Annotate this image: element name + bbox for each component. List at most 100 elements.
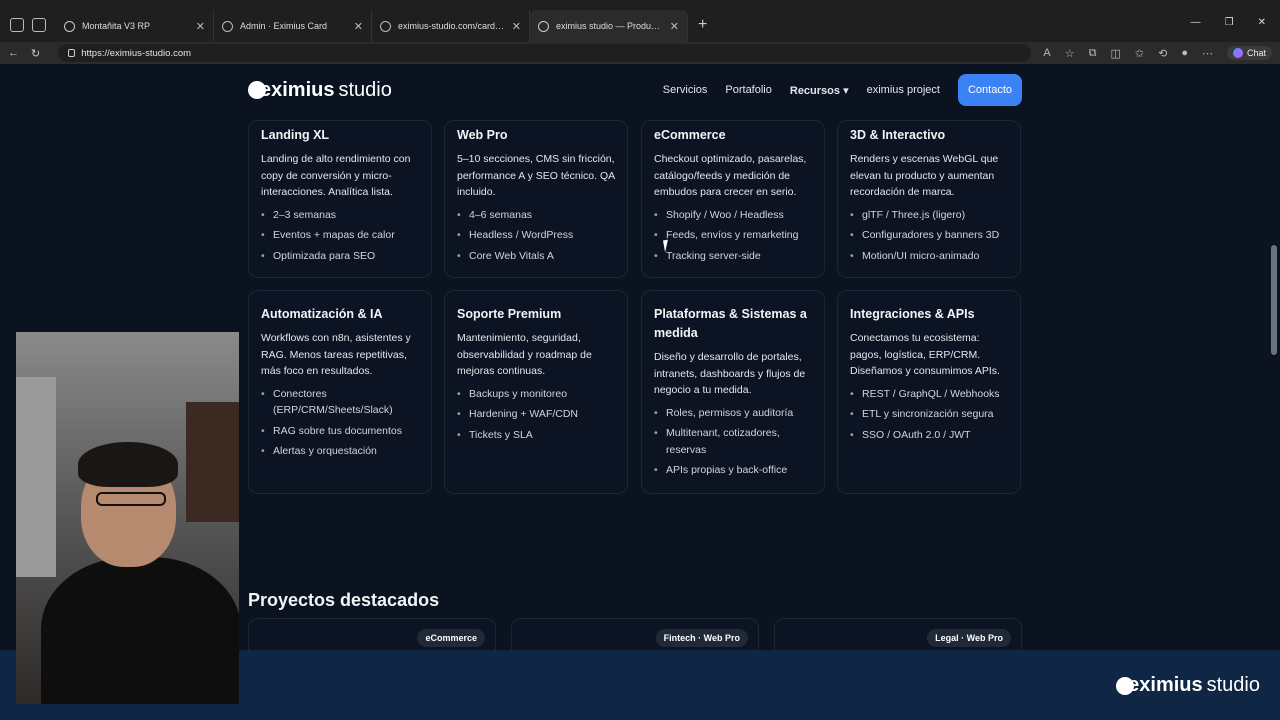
card-feature: Backups y monitoreo [457,386,615,403]
browser-tab-bar: Montañita V3 RP ✕ Admin · Eximius Card ✕ e… [0,0,1280,42]
profile-avatar-icon[interactable]: ● [1181,47,1188,59]
nav-eximius-project[interactable]: eximius project [867,84,940,96]
card-feature: Alertas y orquestación [261,443,419,460]
card-title: Automatización & IA [261,307,383,321]
webcam-person-hair [78,442,178,487]
card-feature: Core Web Vitals A [457,248,615,265]
card-feature: Conectores (ERP/CRM/Sheets/Slack) [261,386,419,419]
chat-label: Chat [1246,48,1266,58]
webcam-person-body [41,557,239,704]
lock-icon [68,49,76,57]
card-description: 5–10 secciones, CMS sin fricción, perfor… [457,153,615,198]
site-logo[interactable]: eximius studio [248,79,392,102]
nav-recursos[interactable]: Recursos ▾ [790,84,849,97]
card-feature: SSO / OAuth 2.0 / JWT [850,427,1008,444]
browser-tab[interactable]: Admin · Eximius Card ✕ [214,10,372,42]
back-icon[interactable]: ← [8,47,19,59]
service-card-web-pro[interactable]: Web Pro 5–10 secciones, CMS sin fricción… [444,120,628,278]
card-title: 3D & Interactivo [850,128,946,142]
card-feature: glTF / Three.js (ligero) [850,207,1008,224]
webcam-background-door [16,377,56,577]
restore-icon[interactable]: ❐ [1225,17,1234,28]
card-feature: ETL y sincronización segura [850,406,1008,423]
card-feature: Shopify / Woo / Headless [654,207,812,224]
nav-servicios[interactable]: Servicios [663,84,708,96]
read-aloud-icon[interactable]: A [1043,47,1050,59]
card-feature: Optimizada para SEO [261,248,419,265]
split-screen-icon[interactable]: ◫ [1110,47,1120,60]
url-text: https://eximius-studio.com [81,47,192,59]
close-tab-icon[interactable]: ✕ [670,20,679,33]
tab-title: Montañita V3 RP [82,21,151,31]
favorite-star-icon[interactable]: ☆ [1065,47,1075,60]
history-icon[interactable]: ⟲ [1158,47,1167,60]
card-feature: 4–6 semanas [457,207,615,224]
service-card-ecommerce[interactable]: eCommerce Checkout optimizado, pasarelas… [641,120,825,278]
new-tab-button[interactable]: + [688,16,717,42]
project-card[interactable]: Legal · Web Pro [774,618,1022,650]
scrollbar-thumb[interactable] [1271,245,1277,355]
address-bar-row: ← ↻ https://eximius-studio.com A ☆ ⧉ ◫ ✩… [0,42,1280,64]
favorites-icon[interactable]: ✩ [1135,47,1144,60]
featured-projects-heading: Proyectos destacados [248,590,440,610]
globe-icon [222,20,233,32]
card-feature: Tickets y SLA [457,427,615,444]
chevron-down-icon: ▾ [843,84,849,97]
card-title: Plataformas & Sistemas a medida [654,307,807,340]
project-card[interactable]: eCommerce [248,618,496,650]
page-scrollbar[interactable] [1271,70,1277,650]
minimize-icon[interactable]: — [1191,17,1201,28]
nav-portafolio[interactable]: Portafolio [725,84,771,96]
card-feature: Motion/UI micro-animado [850,248,1008,265]
card-description: Landing de alto rendimiento con copy de … [261,153,411,198]
tab-title: eximius-studio.com/card/app/re [398,21,505,31]
logo-word-text: studio [338,78,392,101]
card-description: Conectamos tu ecosistema: pagos, logísti… [850,332,1000,377]
more-options-icon[interactable]: ⋯ [1202,47,1213,60]
card-title: eCommerce [654,128,726,142]
copilot-chat-button[interactable]: Chat [1226,46,1272,60]
close-tab-icon[interactable]: ✕ [512,20,521,33]
project-card[interactable]: Fintech · Web Pro [511,618,759,650]
card-feature: REST / GraphQL / Webhooks [850,386,1008,403]
card-description: Diseño y desarrollo de portales, intrane… [654,351,806,396]
project-badge: eCommerce [417,629,485,647]
tab-actions-icon[interactable] [32,18,46,32]
copilot-icon [1232,48,1243,58]
extensions-icon[interactable]: ⧉ [1089,47,1097,60]
close-tab-icon[interactable]: ✕ [354,20,363,33]
card-feature: APIs propias y back-office [654,462,812,479]
contact-button[interactable]: Contacto [957,74,1022,106]
card-feature: Tracking server-side [654,248,812,265]
project-badge: Fintech · Web Pro [655,629,748,647]
tab-favicon-icon [64,20,75,32]
tab-title: Admin · Eximius Card [240,21,328,31]
workspaces-icon[interactable] [10,18,24,32]
refresh-icon[interactable]: ↻ [31,47,40,60]
url-field[interactable]: https://eximius-studio.com [58,44,1032,62]
logo-brand-text: eximius [260,78,335,101]
service-card-landing-xl[interactable]: Landing XL Landing de alto rendimiento c… [248,120,432,278]
logo-brand-text: eximius [1128,674,1203,696]
site-header: eximius studio Servicios Portafolio Recu… [248,72,1022,108]
service-card-integraciones-apis[interactable]: Integraciones & APIs Conectamos tu ecosi… [837,290,1021,494]
card-title: Integraciones & APIs [850,307,975,321]
main-nav: Servicios Portafolio Recursos ▾ eximius … [663,74,1022,106]
close-tab-icon[interactable]: ✕ [196,20,205,33]
service-card-plataformas[interactable]: Plataformas & Sistemas a medida Diseño y… [641,290,825,494]
close-window-icon[interactable]: ✕ [1258,17,1266,28]
service-card-3d-interactivo[interactable]: 3D & Interactivo Renders y escenas WebGL… [837,120,1021,278]
browser-tab-active[interactable]: eximius studio — Productos digi ✕ [530,10,688,42]
card-title: Soporte Premium [457,307,562,321]
card-title: Landing XL [261,128,330,142]
card-feature: Headless / WordPress [457,227,615,244]
logo-word-text: studio [1206,674,1260,696]
service-card-automatizacion-ia[interactable]: Automatización & IA Workflows con n8n, a… [248,290,432,494]
webcam-overlay [16,332,239,704]
globe-icon [380,20,391,32]
webcam-person-glasses [96,492,166,506]
browser-tab[interactable]: eximius-studio.com/card/app/re ✕ [372,10,530,42]
service-card-soporte-premium[interactable]: Soporte Premium Mantenimiento, seguridad… [444,290,628,494]
card-title: Web Pro [457,128,508,142]
browser-tab[interactable]: Montañita V3 RP ✕ [56,10,214,42]
